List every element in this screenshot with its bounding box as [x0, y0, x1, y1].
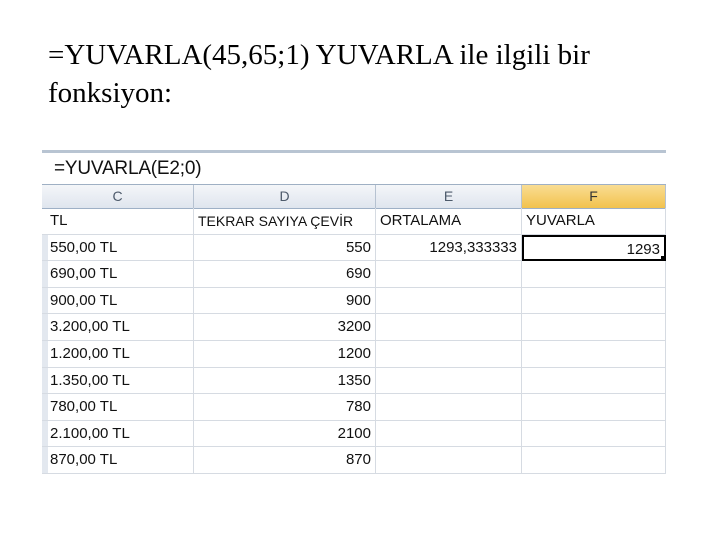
column-header-f[interactable]: F [522, 185, 666, 208]
cell-d[interactable]: 780 [194, 394, 376, 421]
table-row: 550,00 TL 550 1293,333333 1293 [42, 234, 666, 262]
cell-d[interactable]: 3200 [194, 314, 376, 341]
cell-d[interactable]: 550 [194, 234, 376, 262]
table-row: 1.350,00 TL 1350 [42, 367, 666, 395]
cell-c[interactable]: 550,00 TL [42, 234, 194, 262]
cell-e[interactable] [376, 314, 522, 341]
formula-text[interactable]: =YUVARLA(E2;0) [54, 158, 202, 180]
cell-header-yuvarla[interactable]: YUVARLA [522, 208, 666, 235]
cell-c[interactable]: 2.100,00 TL [42, 420, 194, 448]
column-header-e[interactable]: E [376, 185, 522, 208]
spreadsheet: =YUVARLA(E2;0) C D E F TL TEKRAR SAYIYA … [42, 150, 666, 480]
cell-e[interactable] [376, 261, 522, 288]
caption-line-2: fonksiyon: [48, 77, 173, 109]
cell-f[interactable] [522, 420, 666, 448]
cell-d[interactable]: 2100 [194, 420, 376, 448]
cell-d[interactable]: 900 [194, 287, 376, 315]
cell-c[interactable]: 870,00 TL [42, 447, 194, 474]
formula-bar[interactable]: =YUVARLA(E2;0) [42, 150, 666, 185]
cell-d[interactable]: 690 [194, 261, 376, 288]
cell-c[interactable]: 1.200,00 TL [42, 341, 194, 368]
table-row: 690,00 TL 690 [42, 261, 666, 288]
column-header-d[interactable]: D [194, 185, 376, 208]
cell-e[interactable] [376, 447, 522, 474]
cell-f[interactable] [522, 341, 666, 368]
cell-f[interactable] [522, 394, 666, 421]
cell-f[interactable] [522, 367, 666, 395]
cell-e[interactable]: 1293,333333 [376, 234, 522, 262]
cell-grid: TL TEKRAR SAYIYA ÇEVİR ORTALAMA YUVARLA … [42, 208, 666, 480]
table-row: 870,00 TL 870 [42, 447, 666, 474]
cell-f[interactable] [522, 287, 666, 315]
header-data-row: TL TEKRAR SAYIYA ÇEVİR ORTALAMA YUVARLA [42, 208, 666, 235]
cell-c[interactable]: 3.200,00 TL [42, 314, 194, 341]
cell-d[interactable]: 1350 [194, 367, 376, 395]
column-header-row: C D E F [42, 185, 666, 209]
table-row: 3.200,00 TL 3200 [42, 314, 666, 341]
table-row: 1.200,00 TL 1200 [42, 341, 666, 368]
cell-f[interactable] [522, 314, 666, 341]
cell-e[interactable] [376, 341, 522, 368]
cell-c[interactable]: 900,00 TL [42, 287, 194, 315]
table-row: 900,00 TL 900 [42, 287, 666, 315]
cell-d[interactable]: 870 [194, 447, 376, 474]
caption-line-1: =YUVARLA(45,65;1) YUVARLA ile ilgili bir [48, 39, 590, 71]
slide-caption: =YUVARLA(45,65;1) YUVARLA ile ilgili bir… [48, 36, 688, 112]
cell-header-ortalama[interactable]: ORTALAMA [376, 208, 522, 235]
cell-header-tekrar[interactable]: TEKRAR SAYIYA ÇEVİR [194, 208, 376, 235]
column-header-c[interactable]: C [42, 185, 194, 208]
cell-c[interactable]: 690,00 TL [42, 261, 194, 288]
cell-header-tl[interactable]: TL [42, 208, 194, 235]
fill-handle[interactable] [660, 255, 664, 260]
cell-f[interactable] [522, 447, 666, 474]
table-row: 780,00 TL 780 [42, 394, 666, 421]
cell-c[interactable]: 780,00 TL [42, 394, 194, 421]
cell-c[interactable]: 1.350,00 TL [42, 367, 194, 395]
cell-f[interactable] [522, 261, 666, 288]
selected-cell-f2[interactable]: 1293 [522, 234, 666, 262]
cell-e[interactable] [376, 420, 522, 448]
cell-d[interactable]: 1200 [194, 341, 376, 368]
cell-e[interactable] [376, 287, 522, 315]
table-row: 2.100,00 TL 2100 [42, 420, 666, 448]
cell-e[interactable] [376, 367, 522, 395]
cell-e[interactable] [376, 394, 522, 421]
